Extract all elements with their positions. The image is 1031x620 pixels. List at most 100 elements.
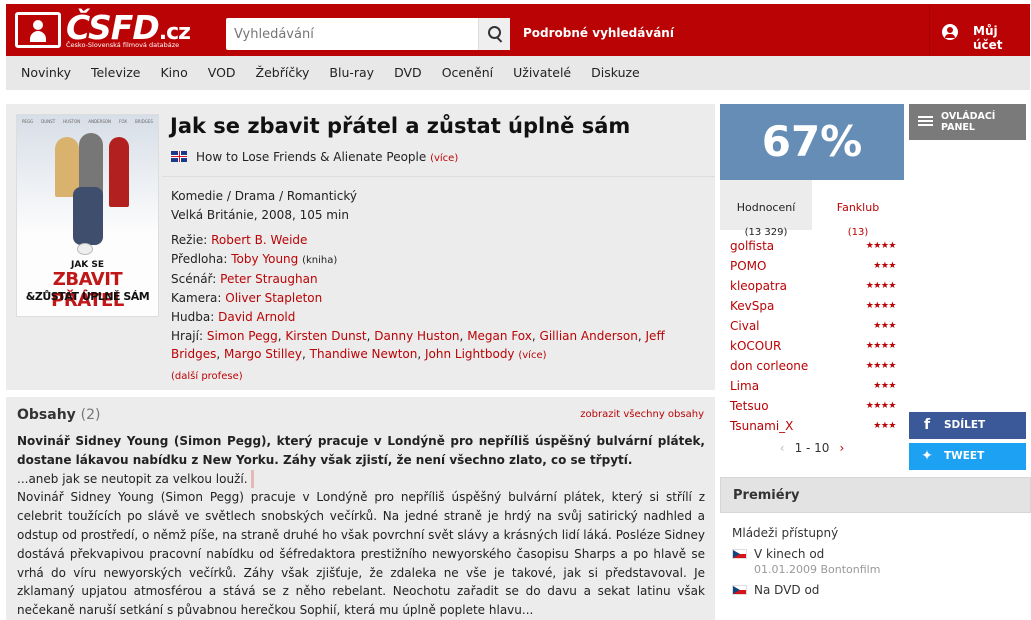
account-label: Můj účet bbox=[973, 24, 1003, 52]
star-rating: ★★★★ bbox=[865, 301, 897, 311]
cast-link[interactable]: Gillian Anderson bbox=[540, 329, 638, 343]
film-person-icon bbox=[15, 12, 61, 48]
nav-item-dvd[interactable]: DVD bbox=[394, 56, 422, 90]
film-credits: Režie: Robert B. Weide Předloha: Toby Yo… bbox=[171, 231, 709, 387]
twitter-icon: ✦ bbox=[921, 448, 933, 464]
nav-item-zebricky[interactable]: Žebříčky bbox=[256, 56, 310, 90]
star-rating: ★★★★ bbox=[865, 241, 897, 251]
genres: Komedie / Drama / Romantický bbox=[171, 189, 357, 203]
nav-item-novinky[interactable]: Novinky bbox=[21, 56, 71, 90]
director-link[interactable]: Robert B. Weide bbox=[211, 233, 307, 247]
divider bbox=[162, 176, 715, 177]
search-box bbox=[226, 18, 510, 50]
list-item[interactable]: kleopatra ★★★★ bbox=[730, 276, 897, 296]
nav-item-televize[interactable]: Televize bbox=[91, 56, 141, 90]
nav-item-bluray[interactable]: Blu-ray bbox=[329, 56, 374, 90]
synopsis-text: Novinář Sidney Young (Simon Pegg), který… bbox=[17, 432, 705, 620]
cast-more-link[interactable]: (více) bbox=[518, 350, 546, 361]
premieres-panel: Premiéry Mládeži přístupný V kinech od 0… bbox=[720, 477, 1031, 620]
search-input[interactable] bbox=[226, 18, 478, 50]
film-title: Jak se zbavit přátel a zůstat úplně sám bbox=[170, 114, 631, 138]
cinema-premiere-date: 01.01.2009 Bontonfilm bbox=[754, 563, 881, 576]
cinema-premiere-label: V kinech od bbox=[754, 547, 825, 561]
original-title: How to Lose Friends & Alienate People (v… bbox=[171, 150, 458, 164]
nav-item-vod[interactable]: VOD bbox=[208, 56, 236, 90]
star-rating: ★★★ bbox=[873, 421, 896, 431]
rating-score: 67% bbox=[720, 104, 904, 180]
csfd-logo[interactable]: ČSFD.cz Česko-Slovenská filmová databáze bbox=[15, 8, 191, 52]
nav-item-diskuze[interactable]: Diskuze bbox=[591, 56, 640, 90]
main-nav: Novinky Televize Kino VOD Žebříčky Blu-r… bbox=[6, 56, 1030, 90]
original-title-more-link[interactable]: (více) bbox=[430, 153, 458, 164]
source-author-link[interactable]: Toby Young bbox=[231, 252, 298, 266]
premieres-title: Premiéry bbox=[720, 477, 1031, 513]
list-item[interactable]: Tetsuo ★★★★ bbox=[730, 396, 897, 416]
film-genres: Komedie / Drama / Romantický Velká Britá… bbox=[171, 187, 357, 225]
camera-link[interactable]: Oliver Stapleton bbox=[225, 291, 322, 305]
list-item[interactable]: golfista ★★★★ bbox=[730, 236, 897, 256]
star-rating: ★★★★ bbox=[865, 341, 897, 351]
synopsis-title: Obsahy (2) bbox=[17, 407, 101, 423]
origin: Velká Británie, 2008, 105 min bbox=[171, 208, 349, 222]
star-rating: ★★★★ bbox=[865, 281, 897, 291]
list-item[interactable]: Tsunami_X ★★★ bbox=[730, 416, 896, 436]
show-all-synopses-link[interactable]: zobrazit všechny obsahy bbox=[580, 409, 704, 420]
poster-title-line3: &ZŮSTAT ÚPLNĚ SÁM bbox=[25, 290, 150, 303]
tab-fanclub[interactable]: Fanklub (13) bbox=[812, 180, 904, 238]
star-rating: ★★★★ bbox=[865, 361, 897, 371]
share-facebook-button[interactable]: f SDÍLET bbox=[909, 412, 1026, 439]
list-item[interactable]: don corleone ★★★★ bbox=[730, 356, 897, 376]
logo-tagline: Česko-Slovenská filmová databáze bbox=[66, 41, 180, 49]
synopsis-lead: Novinář Sidney Young (Simon Pegg), který… bbox=[17, 434, 705, 467]
synopsis-panel: Obsahy (2) zobrazit všechny obsahy Novin… bbox=[6, 397, 715, 620]
nav-item-oceneni[interactable]: Ocenění bbox=[442, 56, 493, 90]
poster-cast-names: PEGG DUNST HUSTON ANDERSON FOX BRIDGES bbox=[22, 119, 153, 124]
advanced-search-link[interactable]: Podrobné vyhledávání bbox=[523, 26, 674, 40]
cast-link[interactable]: John Lightbody bbox=[425, 347, 515, 361]
cast-link[interactable]: Margo Stilley bbox=[224, 347, 302, 361]
chevron-left-icon[interactable]: ‹ bbox=[780, 441, 785, 455]
synopsis-tagline: ...aneb jak se neutopit za velkou louží. bbox=[17, 469, 254, 489]
cast-link[interactable]: Danny Huston bbox=[374, 329, 459, 343]
nav-item-kino[interactable]: Kino bbox=[160, 56, 187, 90]
cast-link[interactable]: Megan Fox bbox=[467, 329, 532, 343]
user-ratings-list: golfista ★★★★ POMO ★★★ kleopatra ★★★★ KevSp… bbox=[730, 236, 897, 436]
list-item[interactable]: Cival ★★★ bbox=[730, 316, 896, 336]
share-twitter-button[interactable]: ✦ TWEET bbox=[909, 443, 1026, 470]
film-info-panel: PEGG DUNST HUSTON ANDERSON FOX BRIDGES J… bbox=[6, 104, 715, 390]
tab-ratings[interactable]: Hodnocení (13 329) bbox=[720, 180, 812, 238]
star-rating: ★★★★ bbox=[865, 401, 897, 411]
control-panel-button[interactable]: OVLÁDACÍ PANEL bbox=[909, 104, 1026, 140]
cast-link[interactable]: Simon Pegg bbox=[207, 329, 278, 343]
facebook-icon: f bbox=[923, 417, 931, 433]
writer-link[interactable]: Peter Straughan bbox=[220, 272, 317, 286]
more-professions-link[interactable]: (další profese) bbox=[171, 371, 243, 382]
star-rating: ★★★ bbox=[873, 261, 896, 271]
age-rating: Mládeži přístupný bbox=[732, 526, 839, 540]
cast-link[interactable]: Kirsten Dunst bbox=[285, 329, 366, 343]
list-item[interactable]: KevSpa ★★★★ bbox=[730, 296, 897, 316]
cast-link[interactable]: Thandiwe Newton bbox=[310, 347, 418, 361]
account-button[interactable]: Můj účet bbox=[929, 4, 1030, 56]
music-link[interactable]: David Arnold bbox=[218, 310, 295, 324]
rating-box: 67% Hodnocení (13 329) Fanklub (13) golfis… bbox=[720, 104, 904, 471]
chevron-right-icon[interactable]: › bbox=[839, 441, 844, 455]
dvd-premiere-label: Na DVD od bbox=[754, 583, 820, 597]
star-rating: ★★★ bbox=[873, 321, 896, 331]
cast-list: Hrají: Simon Pegg, Kirsten Dunst, Danny … bbox=[171, 328, 665, 362]
site-header: ČSFD.cz Česko-Slovenská filmová databáze… bbox=[6, 4, 1030, 56]
search-icon[interactable] bbox=[478, 18, 510, 50]
nav-item-uzivatele[interactable]: Uživatelé bbox=[513, 56, 571, 90]
list-item[interactable]: Lima ★★★ bbox=[730, 376, 896, 396]
user-icon bbox=[942, 24, 958, 40]
list-item[interactable]: kOCOUR ★★★★ bbox=[730, 336, 897, 356]
menu-icon bbox=[918, 116, 933, 118]
rating-tabs: Hodnocení (13 329) Fanklub (13) bbox=[720, 180, 904, 238]
list-item[interactable]: POMO ★★★ bbox=[730, 256, 896, 276]
cz-flag-icon bbox=[732, 549, 747, 559]
cz-flag-icon bbox=[732, 585, 747, 595]
star-rating: ★★★ bbox=[873, 381, 896, 391]
uk-flag-icon bbox=[171, 151, 187, 162]
film-poster[interactable]: PEGG DUNST HUSTON ANDERSON FOX BRIDGES J… bbox=[16, 114, 159, 317]
synopsis-body: Novinář Sidney Young (Simon Pegg) pracuj… bbox=[17, 490, 705, 618]
